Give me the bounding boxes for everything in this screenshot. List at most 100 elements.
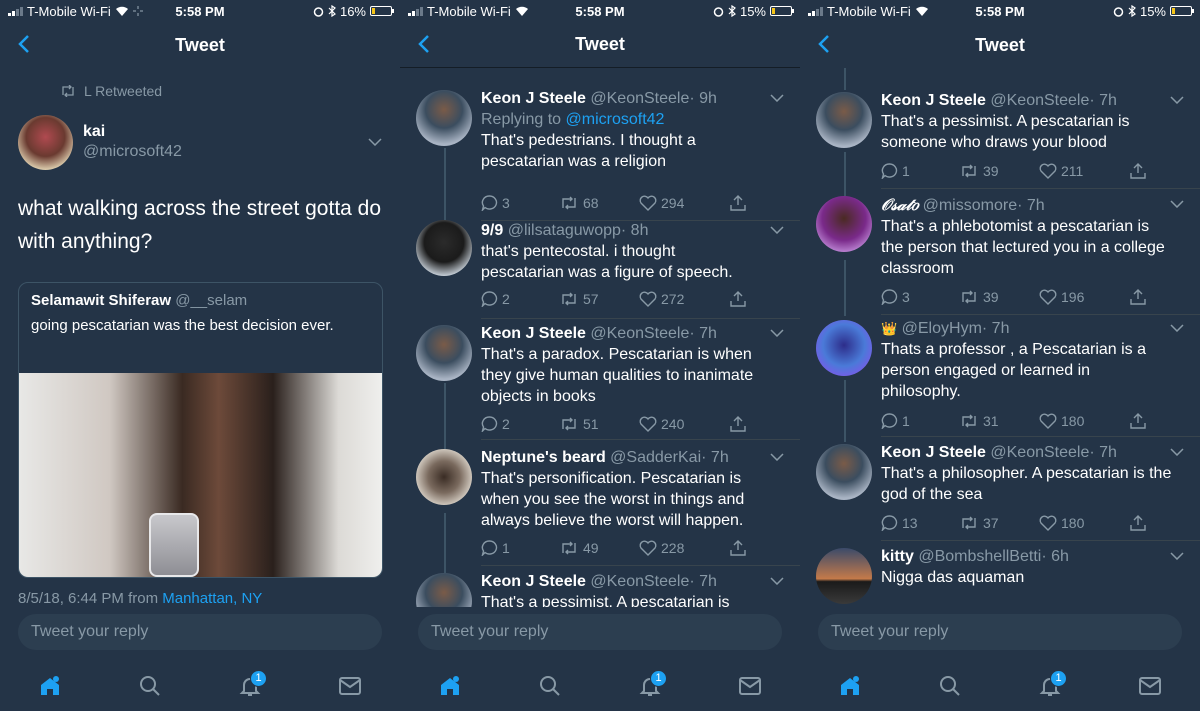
list-item[interactable]: 👑 @EloyHym· 7h Thats a professor , a Pes… bbox=[800, 318, 1200, 442]
comment-button[interactable]: 1 bbox=[881, 413, 959, 429]
avatar[interactable] bbox=[816, 92, 872, 148]
nav-bar: Tweet bbox=[0, 22, 400, 68]
comment-button[interactable]: 3 bbox=[881, 289, 959, 305]
comment-button[interactable]: 2 bbox=[481, 416, 559, 432]
tweet-actions: 1 39 211 bbox=[881, 162, 1147, 180]
avatar[interactable] bbox=[816, 444, 872, 500]
list-item[interactable]: 9/9 @lilsataguwopp· 8h that's pentecosta… bbox=[400, 220, 800, 324]
list-item[interactable]: Keon J Steele @KeonSteele· 7h That's a p… bbox=[400, 323, 800, 443]
tab-notifications[interactable]: 1 bbox=[630, 666, 670, 706]
notification-badge: 1 bbox=[250, 669, 267, 687]
back-button[interactable] bbox=[12, 30, 36, 58]
comment-button[interactable]: 1 bbox=[881, 163, 959, 179]
quote-image[interactable] bbox=[19, 373, 382, 577]
list-item[interactable]: Neptune's beard @SadderKai· 7h That's pe… bbox=[400, 447, 800, 571]
author-name[interactable]: kai bbox=[83, 123, 182, 141]
tab-messages[interactable] bbox=[730, 666, 770, 706]
retweet-button[interactable]: 39 bbox=[959, 163, 1039, 179]
tab-messages[interactable] bbox=[1130, 666, 1170, 706]
replying-to-link[interactable]: @microsoft42 bbox=[566, 111, 665, 128]
comment-button[interactable]: 2 bbox=[481, 291, 559, 307]
share-button[interactable] bbox=[1129, 162, 1147, 180]
list-item[interactable]: 𝒪𝓈𝒶𝓉𝑜 @missomore· 7h That's a phlebotomi… bbox=[800, 194, 1200, 320]
share-button[interactable] bbox=[729, 194, 747, 212]
tab-search[interactable] bbox=[930, 666, 970, 706]
share-icon bbox=[730, 291, 746, 307]
comment-button[interactable]: 1 bbox=[481, 540, 559, 556]
tab-search[interactable] bbox=[130, 666, 170, 706]
retweet-icon bbox=[562, 196, 576, 210]
replying-label: Replying to bbox=[481, 111, 562, 128]
retweet-button[interactable]: 68 bbox=[559, 195, 639, 211]
chevron-down-icon[interactable] bbox=[368, 138, 382, 146]
retweet-count: 57 bbox=[583, 291, 599, 307]
share-button[interactable] bbox=[1129, 412, 1147, 430]
tab-notifications[interactable]: 1 bbox=[1030, 666, 1070, 706]
alarm-icon bbox=[1113, 6, 1124, 17]
quoted-tweet[interactable]: Selamawit Shiferaw @__selam going pescat… bbox=[18, 282, 383, 578]
back-button[interactable] bbox=[812, 30, 836, 58]
back-button[interactable] bbox=[412, 30, 436, 58]
reply-author-handle: @KeonSteele bbox=[990, 92, 1090, 109]
like-button[interactable]: 211 bbox=[1039, 163, 1129, 179]
retweet-count: 49 bbox=[583, 540, 599, 556]
bluetooth-icon bbox=[728, 5, 736, 17]
list-item[interactable]: Keon J Steele @KeonSteele· 7h That's a p… bbox=[400, 571, 800, 607]
like-button[interactable]: 196 bbox=[1039, 289, 1129, 305]
like-button[interactable]: 180 bbox=[1039, 515, 1129, 531]
reply-input[interactable]: Tweet your reply bbox=[18, 614, 382, 650]
reply-input[interactable]: Tweet your reply bbox=[818, 614, 1182, 650]
reply-author-name: Keon J Steele bbox=[481, 90, 586, 107]
avatar[interactable] bbox=[816, 320, 872, 376]
tab-home[interactable] bbox=[830, 666, 870, 706]
reply-text: That's pedestrians. I thought a pescatar… bbox=[481, 132, 696, 170]
avatar[interactable] bbox=[416, 220, 472, 276]
like-button[interactable]: 294 bbox=[639, 195, 729, 211]
comment-button[interactable]: 3 bbox=[481, 195, 559, 211]
like-button[interactable]: 240 bbox=[639, 416, 729, 432]
list-item[interactable]: Keon J Steele @KeonSteele· 7h That's a p… bbox=[800, 90, 1200, 200]
retweet-icon bbox=[962, 290, 976, 304]
retweet-button[interactable]: 49 bbox=[559, 540, 639, 556]
tab-messages[interactable] bbox=[330, 666, 370, 706]
reply-author-handle: @SadderKai bbox=[610, 449, 702, 466]
reply-input[interactable]: Tweet your reply bbox=[418, 614, 782, 650]
like-button[interactable]: 272 bbox=[639, 291, 729, 307]
share-button[interactable] bbox=[1129, 514, 1147, 532]
avatar[interactable] bbox=[416, 90, 472, 146]
list-item[interactable]: Keon J Steele @KeonSteele· 7h That's a p… bbox=[800, 442, 1200, 546]
tab-home[interactable] bbox=[30, 666, 70, 706]
tweet-author[interactable]: kai @microsoft42 bbox=[0, 102, 400, 172]
retweet-button[interactable]: 37 bbox=[959, 515, 1039, 531]
share-button[interactable] bbox=[729, 539, 747, 557]
share-button[interactable] bbox=[1129, 288, 1147, 306]
tab-search[interactable] bbox=[530, 666, 570, 706]
retweet-button[interactable]: 51 bbox=[559, 416, 639, 432]
share-button[interactable] bbox=[729, 415, 747, 433]
tab-home[interactable] bbox=[430, 666, 470, 706]
avatar[interactable] bbox=[416, 449, 472, 505]
mail-icon bbox=[339, 676, 361, 695]
reply-text: Thats a professor , a Pescatarian is a p… bbox=[881, 341, 1147, 400]
retweet-button[interactable]: 57 bbox=[559, 291, 639, 307]
comment-icon bbox=[481, 540, 498, 556]
chevron-left-icon bbox=[818, 35, 829, 53]
list-item[interactable]: Keon J Steele @KeonSteele· 9h Replying t… bbox=[400, 88, 800, 221]
comment-button[interactable]: 13 bbox=[881, 515, 959, 531]
avatar[interactable] bbox=[816, 548, 872, 604]
retweet-button[interactable]: 39 bbox=[959, 289, 1039, 305]
retweet-button[interactable]: 31 bbox=[959, 413, 1039, 429]
list-item[interactable]: kitty @BombshellBetti· 6h Nigga das aqua… bbox=[800, 546, 1200, 606]
like-button[interactable]: 228 bbox=[639, 540, 729, 556]
avatar[interactable] bbox=[816, 196, 872, 252]
tab-notifications[interactable]: 1 bbox=[230, 666, 270, 706]
avatar[interactable] bbox=[416, 573, 472, 607]
carrier-label: T-Mobile Wi-Fi bbox=[27, 3, 111, 19]
avatar[interactable] bbox=[416, 325, 472, 381]
author-handle[interactable]: @microsoft42 bbox=[83, 143, 182, 161]
share-button[interactable] bbox=[729, 290, 747, 308]
heart-icon bbox=[1039, 289, 1057, 305]
like-button[interactable]: 180 bbox=[1039, 413, 1129, 429]
avatar[interactable] bbox=[18, 114, 73, 170]
location-link[interactable]: Manhattan, NY bbox=[162, 590, 262, 607]
